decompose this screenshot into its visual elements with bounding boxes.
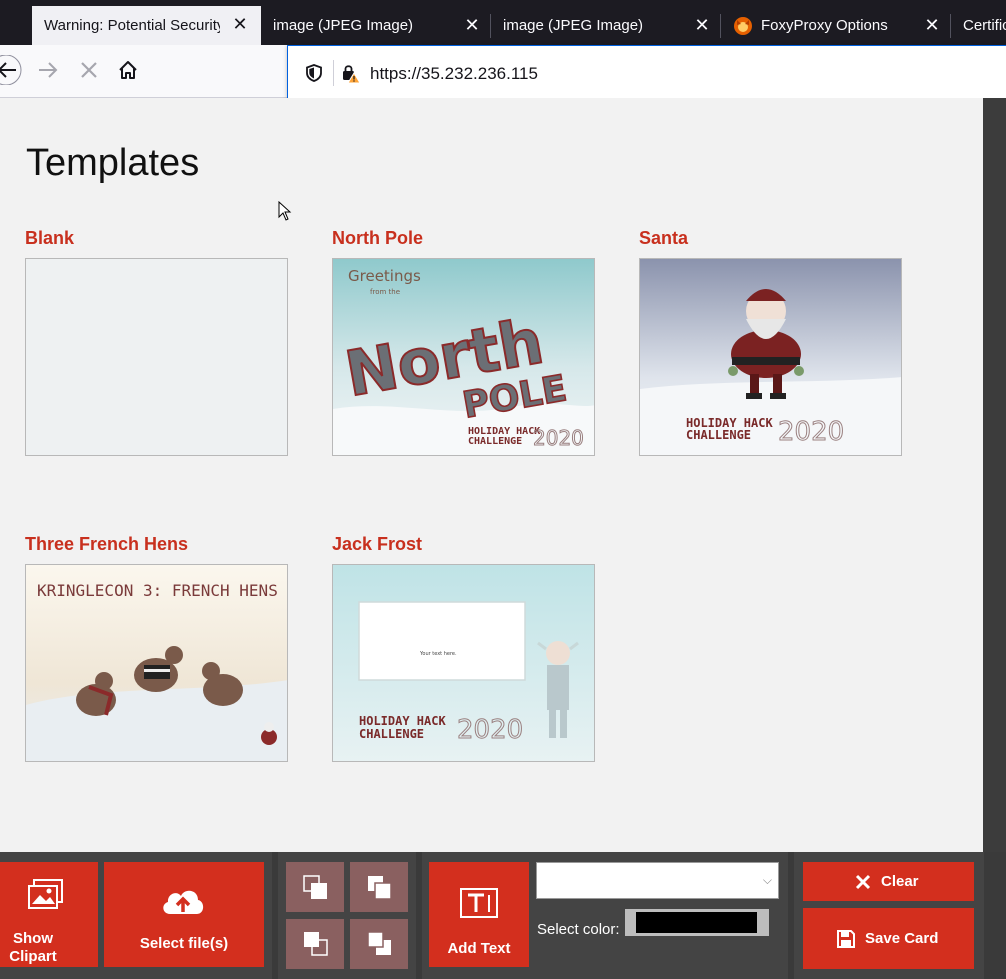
tracking-shield-icon[interactable] bbox=[303, 62, 325, 84]
template-name[interactable]: North Pole bbox=[332, 228, 423, 249]
french-hens-card-image: KRINGLECON 3: FRENCH HENS bbox=[26, 565, 287, 761]
card-text-hhc2: CHALLENGE bbox=[359, 727, 424, 741]
url-divider bbox=[333, 60, 334, 86]
select-files-button[interactable]: Select file(s) bbox=[104, 862, 264, 967]
page-content: Templates Blank North Pole Greetings fro… bbox=[0, 98, 983, 850]
jack-frost-card-image: Your text here. HOLIDAY HACK CHALLENGE 2… bbox=[333, 565, 594, 761]
card-text-hhc2: CHALLENGE bbox=[686, 428, 751, 442]
north-pole-card-image: Greetings from the North POLE HOLIDAY HA… bbox=[333, 259, 594, 455]
card-text-year: 2020 bbox=[533, 426, 584, 450]
send-to-back-icon bbox=[367, 931, 391, 955]
template-name[interactable]: Jack Frost bbox=[332, 534, 422, 555]
template-name[interactable]: Blank bbox=[25, 228, 74, 249]
back-arrow-icon bbox=[0, 55, 22, 85]
close-icon[interactable]: ✕ bbox=[231, 15, 249, 33]
card-text-greetings: Greetings bbox=[348, 267, 421, 285]
send-backward-button[interactable] bbox=[286, 919, 344, 969]
card-editor-toolbar: Show Clipart Select file(s) Add Text ⌵ S… bbox=[0, 852, 1006, 979]
template-thumbnail[interactable]: HOLIDAY HACK CHALLENGE 2020 bbox=[639, 258, 902, 456]
url-bar[interactable]: https://35.232.236.115 bbox=[287, 45, 1006, 99]
close-icon[interactable]: ✕ bbox=[693, 16, 711, 34]
add-text-button[interactable]: Add Text bbox=[429, 862, 529, 967]
template-thumbnail[interactable]: KRINGLECON 3: FRENCH HENS bbox=[25, 564, 288, 762]
card-text-year: 2020 bbox=[457, 715, 523, 745]
tab-label: image (JPEG Image) bbox=[273, 17, 414, 34]
tab-image-1[interactable]: image (JPEG Image) ✕ bbox=[261, 6, 491, 45]
tab-image-2[interactable]: image (JPEG Image) ✕ bbox=[491, 6, 721, 45]
tab-label: image (JPEG Image) bbox=[503, 17, 644, 34]
stop-x-icon bbox=[81, 62, 97, 78]
foxyproxy-icon bbox=[734, 16, 752, 35]
back-button[interactable] bbox=[0, 55, 24, 85]
card-text-hhc1: HOLIDAY HACK bbox=[359, 714, 446, 728]
page-scrollbar[interactable] bbox=[983, 98, 1006, 852]
forward-button[interactable] bbox=[33, 55, 63, 85]
bring-to-front-button[interactable] bbox=[350, 862, 408, 912]
card-text-year: 2020 bbox=[778, 417, 844, 447]
close-x-icon bbox=[855, 874, 871, 890]
floppy-disk-icon bbox=[837, 930, 855, 948]
chevron-down-icon: ⌵ bbox=[762, 873, 772, 887]
template-thumbnail[interactable]: Greetings from the North POLE HOLIDAY HA… bbox=[332, 258, 595, 456]
card-text-placeholder: Your text here. bbox=[419, 651, 457, 657]
bring-forward-button[interactable] bbox=[286, 862, 344, 912]
forward-arrow-icon bbox=[39, 62, 58, 78]
save-card-label: Save Card bbox=[865, 930, 939, 947]
save-card-button[interactable]: Save Card bbox=[803, 908, 974, 969]
tab-foxyproxy[interactable]: FoxyProxy Options ✕ bbox=[721, 6, 951, 45]
template-thumbnail[interactable]: Your text here. HOLIDAY HACK CHALLENGE 2… bbox=[332, 564, 595, 762]
clear-label: Clear bbox=[881, 873, 919, 890]
home-button[interactable] bbox=[113, 55, 143, 85]
tab-strip: Warning: Potential Security ✕ image (JPE… bbox=[0, 0, 1006, 45]
select-color-label: Select color: bbox=[537, 921, 620, 938]
send-to-back-button[interactable] bbox=[350, 919, 408, 969]
color-picker[interactable] bbox=[625, 909, 769, 936]
select-files-label: Select file(s) bbox=[139, 935, 229, 952]
home-icon bbox=[119, 61, 137, 79]
mouse-cursor-icon bbox=[278, 201, 292, 221]
tab-label: Warning: Potential Security bbox=[44, 17, 220, 34]
stop-button[interactable] bbox=[74, 55, 104, 85]
bring-forward-icon bbox=[303, 875, 327, 899]
page-title: Templates bbox=[26, 142, 200, 184]
template-thumbnail[interactable] bbox=[25, 258, 288, 456]
show-clipart-button[interactable]: Show Clipart bbox=[0, 862, 98, 967]
tab-label: Certific bbox=[963, 17, 1006, 34]
card-text-from: from the bbox=[370, 288, 400, 296]
show-clipart-label: Show Clipart bbox=[9, 930, 57, 965]
insecure-lock-icon[interactable] bbox=[340, 62, 362, 84]
clipart-images-icon bbox=[28, 879, 63, 909]
bring-to-front-icon bbox=[368, 876, 392, 900]
close-icon[interactable]: ✕ bbox=[923, 16, 941, 34]
card-text-banner: KRINGLECON 3: FRENCH HENS bbox=[37, 581, 278, 600]
font-select[interactable]: ⌵ bbox=[536, 862, 779, 899]
tab-label: FoxyProxy Options bbox=[761, 17, 888, 34]
cloud-upload-icon bbox=[163, 890, 204, 914]
clear-button[interactable]: Clear bbox=[803, 862, 974, 901]
text-insert-icon bbox=[460, 888, 498, 918]
close-icon[interactable]: ✕ bbox=[463, 16, 481, 34]
send-backward-icon bbox=[304, 932, 328, 956]
tab-security-warning[interactable]: Warning: Potential Security ✕ bbox=[32, 6, 261, 45]
tab-certificate[interactable]: Certific bbox=[951, 6, 1006, 45]
santa-card-image: HOLIDAY HACK CHALLENGE 2020 bbox=[640, 259, 901, 455]
template-name[interactable]: Three French Hens bbox=[25, 534, 188, 555]
url-text[interactable]: https://35.232.236.115 bbox=[370, 64, 538, 84]
template-name[interactable]: Santa bbox=[639, 228, 688, 249]
card-text-hhc2: CHALLENGE bbox=[468, 436, 522, 447]
add-text-label: Add Text bbox=[447, 940, 511, 957]
color-swatch bbox=[636, 912, 757, 933]
